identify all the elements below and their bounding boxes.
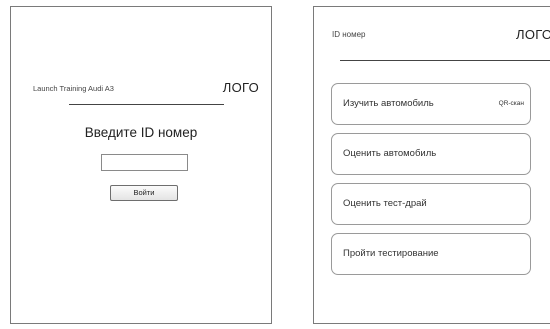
logo: ЛОГО <box>222 80 259 95</box>
rate-car-label: Оценить автомобиль <box>343 148 437 159</box>
take-test-button[interactable]: Пройти тестирование <box>331 233 531 275</box>
take-test-label: Пройти тестирование <box>343 248 439 259</box>
qr-scan-label[interactable]: QR-скан <box>499 84 524 124</box>
logo: ЛОГО <box>516 27 550 42</box>
app-title: Launch Training Audi A3 <box>33 84 114 93</box>
header-divider <box>340 60 550 61</box>
menu-screen: ID номер ЛОГО Изучить автомобиль QR-скан… <box>313 6 550 324</box>
login-button[interactable]: Войти <box>110 185 178 201</box>
study-car-label: Изучить автомобиль <box>343 98 434 109</box>
rate-test-drive-label: Оценить тест-драй <box>343 198 427 209</box>
id-label: ID номер <box>332 30 366 39</box>
header-divider <box>69 104 224 105</box>
id-input[interactable] <box>101 154 188 171</box>
rate-test-drive-button[interactable]: Оценить тест-драй <box>331 183 531 225</box>
rate-car-button[interactable]: Оценить автомобиль <box>331 133 531 175</box>
login-screen: Launch Training Audi A3 ЛОГО Введите ID … <box>10 6 272 324</box>
id-prompt-heading: Введите ID номер <box>84 125 198 140</box>
study-car-button[interactable]: Изучить автомобиль QR-скан <box>331 83 531 125</box>
